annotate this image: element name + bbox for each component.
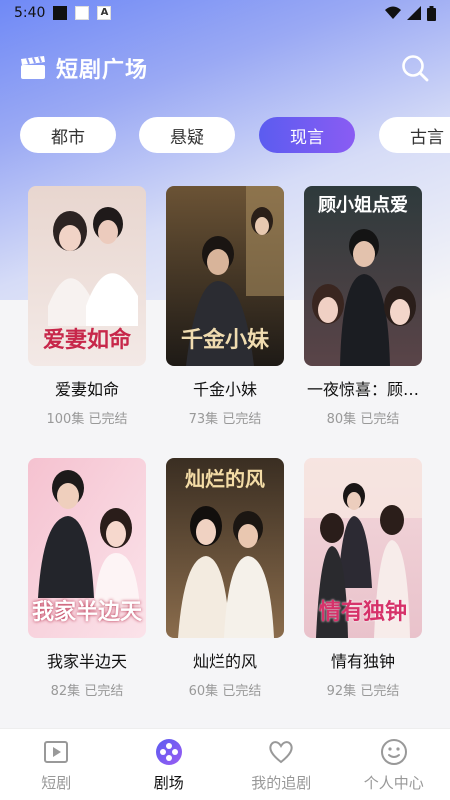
battery-icon [427, 5, 436, 21]
drama-meta: 73集 已完结 [188, 412, 262, 427]
tab-dushi[interactable]: 都市 [20, 117, 116, 153]
drama-meta: 100集 已完结 [46, 412, 128, 427]
tab-guyan[interactable]: 古言 [379, 117, 450, 153]
smiley-icon [380, 739, 407, 765]
heart-icon [269, 741, 293, 764]
drama-title: 灿烂的风 [192, 652, 257, 671]
category-tabs: 都市 悬疑 现言 古言 [0, 117, 450, 155]
status-bar: 5:40 A [0, 0, 450, 26]
poster-title: 爱妻如命 [42, 326, 131, 353]
drama-title: 千金小妹 [192, 380, 257, 399]
app-header: 短剧广场 [20, 50, 430, 86]
drama-card[interactable]: 我家半边天 我家半边天 82集 已完结 [28, 458, 146, 699]
notification-icon [75, 6, 90, 20]
drama-card[interactable]: 爱妻如命 爱妻如命 100集 已完结 [28, 186, 146, 427]
drama-poster[interactable]: 顾小姐点爱 [304, 186, 422, 366]
drama-card[interactable]: 千金小妹 千金小妹 73集 已完结 [166, 186, 284, 427]
drama-poster[interactable]: 千金小妹 [166, 186, 284, 366]
drama-card[interactable]: 情有独钟 情有独钟 92集 已完结 [304, 458, 422, 699]
nav-label: 我的追剧 [251, 774, 312, 792]
nav-item-duanju[interactable]: 短剧 [0, 729, 113, 800]
drama-title: 一夜惊喜：顾… [306, 380, 419, 399]
tab-xuanyi[interactable]: 悬疑 [139, 117, 235, 153]
drama-poster[interactable]: 情有独钟 [304, 458, 422, 638]
drama-card[interactable]: 顾小姐点爱 一夜惊喜：顾… 80集 已完结 [304, 186, 422, 427]
film-reel-icon [155, 739, 182, 765]
poster-title: 我家半边天 [31, 598, 142, 625]
bottom-nav: 短剧 剧场 我的追剧 个人中心 [0, 728, 450, 800]
nav-item-juchang[interactable]: 剧场 [113, 729, 226, 800]
drama-meta: 82集 已完结 [50, 684, 124, 699]
poster-title: 千金小妹 [180, 326, 269, 353]
drama-card[interactable]: 灿烂的风 灿烂的风 60集 已完结 [166, 458, 284, 699]
drama-poster[interactable]: 爱妻如命 [28, 186, 146, 366]
search-icon[interactable] [400, 53, 430, 83]
nav-item-profile[interactable]: 个人中心 [338, 729, 450, 800]
nav-label: 剧场 [153, 774, 184, 792]
notification-icon [53, 6, 68, 20]
drama-title: 爱妻如命 [54, 380, 119, 399]
poster-title: 顾小姐点爱 [318, 195, 408, 216]
status-time: 5:40 [14, 5, 46, 21]
drama-meta: 60集 已完结 [188, 684, 262, 699]
signal-icon [407, 6, 421, 20]
nav-label: 短剧 [41, 774, 72, 792]
drama-title: 我家半边天 [46, 652, 127, 671]
drama-meta: 80集 已完结 [326, 412, 400, 427]
tab-xianyan[interactable]: 现言 [259, 117, 355, 153]
drama-poster[interactable]: 灿烂的风 [166, 458, 284, 638]
wifi-icon [385, 6, 401, 19]
poster-title: 情有独钟 [318, 598, 407, 625]
drama-poster[interactable]: 我家半边天 [28, 458, 146, 638]
poster-title: 灿烂的风 [185, 467, 265, 491]
drama-title: 情有独钟 [330, 652, 395, 671]
nav-item-zhuiju[interactable]: 我的追剧 [225, 729, 338, 800]
nav-label: 个人中心 [363, 774, 424, 792]
clapperboard-icon [21, 56, 45, 79]
drama-meta: 92集 已完结 [326, 684, 400, 699]
page-title: 短剧广场 [56, 58, 149, 83]
notification-a-icon: A [97, 6, 112, 20]
play-icon [44, 741, 69, 763]
